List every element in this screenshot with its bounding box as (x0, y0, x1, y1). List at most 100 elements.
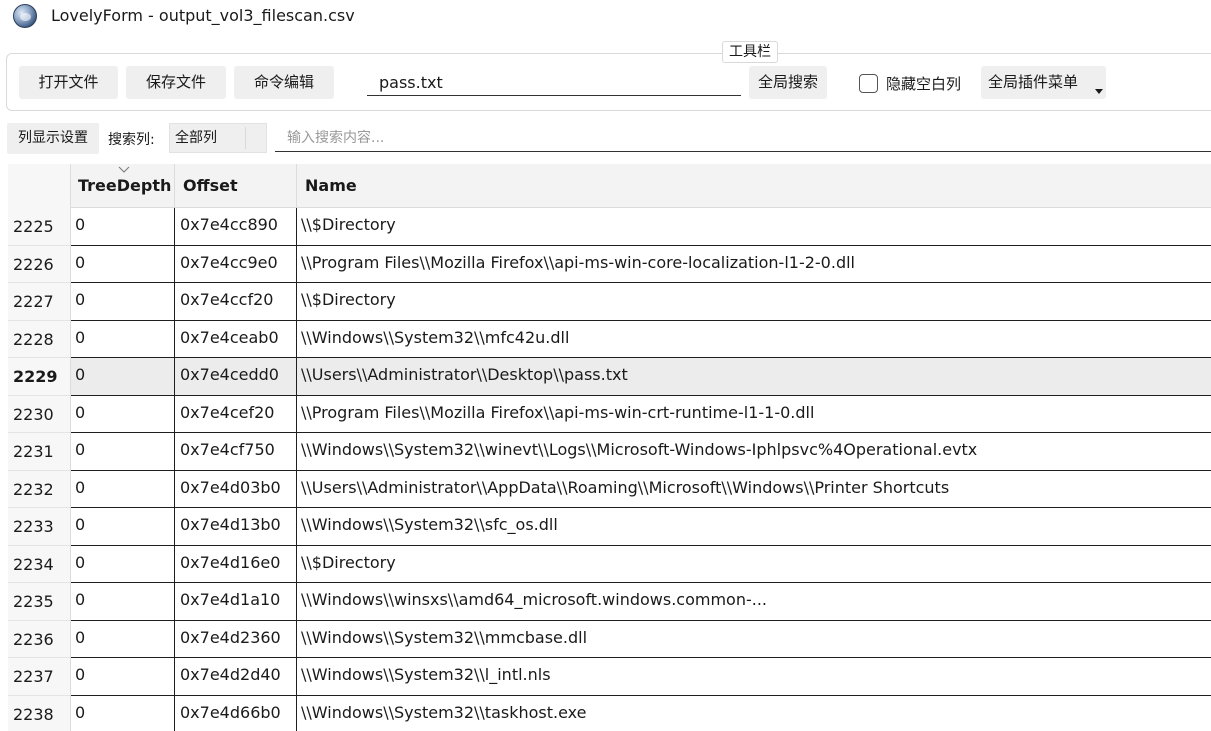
cell-offset[interactable]: 0x7e4cc890 (175, 208, 297, 245)
cell-name[interactable]: \\Program Files\\Mozilla Firefox\\api-ms… (297, 396, 1211, 433)
filter-search-input[interactable]: 输入搜索内容... (275, 124, 1211, 152)
cell-treedepth[interactable]: 0 (71, 545, 175, 582)
save-file-button[interactable]: 保存文件 (126, 66, 226, 99)
toolbar-legend: 工具栏 (722, 41, 778, 63)
search-column-select[interactable]: 全部列 (169, 123, 267, 153)
row-number[interactable]: 2232 (8, 470, 71, 508)
row-cells: 0 0x7e4cc9e0 \\Program Files\\Mozilla Fire… (71, 245, 1211, 283)
cell-treedepth[interactable]: 0 (71, 245, 175, 282)
row-number[interactable]: 2231 (8, 433, 71, 471)
cell-name[interactable]: \\Users\\Administrator\\AppData\\Roaming… (297, 471, 1211, 508)
cell-offset[interactable]: 0x7e4ccf20 (175, 283, 297, 320)
cell-name[interactable]: \\Windows\\System32\\taskhost.exe (297, 696, 1211, 731)
cell-treedepth[interactable]: 0 (71, 470, 175, 507)
cell-name[interactable]: \\Users\\Administrator\\Desktop\\pass.tx… (297, 358, 1211, 395)
cell-name[interactable]: \\$Directory (297, 208, 1211, 245)
row-number[interactable]: 2229 (8, 358, 71, 396)
cell-treedepth[interactable]: 0 (71, 358, 175, 395)
row-number[interactable]: 2225 (8, 208, 71, 246)
cell-offset[interactable]: 0x7e4d2d40 (175, 658, 297, 695)
cell-name[interactable]: \\Windows\\System32\\mmcbase.dll (297, 621, 1211, 658)
cell-name[interactable]: \\Windows\\System32\\sfc_os.dll (297, 508, 1211, 545)
cell-treedepth[interactable]: 0 (71, 283, 175, 320)
plugin-menu-button[interactable]: 全局插件菜单 (981, 66, 1106, 99)
cell-name[interactable]: \\$Directory (297, 283, 1211, 320)
cell-name[interactable]: \\$Directory (297, 546, 1211, 583)
row-number[interactable]: 2230 (8, 395, 71, 433)
cell-treedepth[interactable]: 0 (71, 395, 175, 432)
table-row[interactable]: 2225 0 0x7e4cc890 \\$Directory (8, 208, 1211, 246)
cell-offset[interactable]: 0x7e4d16e0 (175, 545, 297, 582)
row-number[interactable]: 2234 (8, 545, 71, 583)
row-cells: 0 0x7e4cedd0 \\Users\\Administrator\\Deskt… (71, 358, 1211, 396)
cell-name[interactable]: \\Windows\\winsxs\\amd64_microsoft.windo… (297, 583, 1211, 620)
cell-offset[interactable]: 0x7e4d03b0 (175, 470, 297, 507)
table-row[interactable]: 2238 0 0x7e4d66b0 \\Windows\\System32\\task… (8, 695, 1211, 731)
title-bar: LovelyForm - output_vol3_filescan.csv (0, 0, 1211, 34)
row-cells: 0 0x7e4cf750 \\Windows\\System32\\winevt\\… (71, 433, 1211, 471)
cell-name[interactable]: \\Program Files\\Mozilla Firefox\\api-ms… (297, 246, 1211, 283)
cell-offset[interactable]: 0x7e4ceab0 (175, 320, 297, 357)
cell-offset[interactable]: 0x7e4cf750 (175, 433, 297, 470)
row-number[interactable]: 2226 (8, 245, 71, 283)
cell-offset[interactable]: 0x7e4d2360 (175, 620, 297, 657)
row-number[interactable]: 2237 (8, 658, 71, 696)
column-header-offset[interactable]: Offset (175, 164, 297, 208)
cell-offset[interactable]: 0x7e4d1a10 (175, 583, 297, 620)
row-cells: 0 0x7e4d16e0 \\$Directory (71, 545, 1211, 583)
row-cells: 0 0x7e4cc890 \\$Directory (71, 208, 1211, 246)
plugin-menu-label: 全局插件菜单 (988, 73, 1079, 91)
cell-treedepth[interactable]: 0 (71, 583, 175, 620)
cell-offset[interactable]: 0x7e4cc9e0 (175, 245, 297, 282)
open-file-button[interactable]: 打开文件 (19, 66, 118, 99)
cell-treedepth[interactable]: 0 (71, 433, 175, 470)
cell-treedepth[interactable]: 0 (71, 620, 175, 657)
table-row[interactable]: 2236 0 0x7e4d2360 \\Windows\\System32\\mmcb… (8, 620, 1211, 658)
table-row[interactable]: 2231 0 0x7e4cf750 \\Windows\\System32\\wine… (8, 433, 1211, 471)
column-settings-button[interactable]: 列显示设置 (7, 123, 99, 154)
cell-treedepth[interactable]: 0 (71, 320, 175, 357)
search-column-label: 搜索列: (108, 132, 155, 148)
cell-offset[interactable]: 0x7e4cedd0 (175, 358, 297, 395)
row-cells: 0 0x7e4d2360 \\Windows\\System32\\mmcbase.… (71, 620, 1211, 658)
table-row[interactable]: 2230 0 0x7e4cef20 \\Program Files\\Mozilla … (8, 395, 1211, 433)
dropdown-arrow-icon (1095, 89, 1103, 94)
cell-treedepth[interactable]: 0 (71, 508, 175, 545)
cell-treedepth[interactable]: 0 (71, 208, 175, 245)
globe-app-icon (13, 4, 37, 28)
row-cells: 0 0x7e4d1a10 \\Windows\\winsxs\\amd64_micr… (71, 583, 1211, 621)
row-number[interactable]: 2236 (8, 620, 71, 658)
row-number[interactable]: 2235 (8, 583, 71, 621)
hide-empty-columns-toggle[interactable]: 隐藏空白列 (859, 70, 961, 96)
cell-name[interactable]: \\Windows\\System32\\mfc42u.dll (297, 321, 1211, 358)
table-row[interactable]: 2226 0 0x7e4cc9e0 \\Program Files\\Mozilla … (8, 245, 1211, 283)
cell-name[interactable]: \\Windows\\System32\\winevt\\Logs\\Micro… (297, 433, 1211, 470)
table-row[interactable]: 2233 0 0x7e4d13b0 \\Windows\\System32\\sfc_… (8, 508, 1211, 546)
table-row[interactable]: 2234 0 0x7e4d16e0 \\$Directory (8, 545, 1211, 583)
cell-treedepth[interactable]: 0 (71, 695, 175, 731)
row-number[interactable]: 2233 (8, 508, 71, 546)
cell-treedepth[interactable]: 0 (71, 658, 175, 695)
table-row[interactable]: 2229 0 0x7e4cedd0 \\Users\\Administrator\\D… (8, 358, 1211, 396)
table-row[interactable]: 2235 0 0x7e4d1a10 \\Windows\\winsxs\\amd64_… (8, 583, 1211, 621)
table-row[interactable]: 2227 0 0x7e4ccf20 \\$Directory (8, 283, 1211, 321)
header-corner[interactable] (8, 164, 71, 208)
row-cells: 0 0x7e4cef20 \\Program Files\\Mozilla Fire… (71, 395, 1211, 433)
column-header-name[interactable]: Name (297, 164, 1211, 208)
row-cells: 0 0x7e4d2d40 \\Windows\\System32\\l_intl.n… (71, 658, 1211, 696)
row-number[interactable]: 2227 (8, 283, 71, 321)
cell-offset[interactable]: 0x7e4d66b0 (175, 695, 297, 731)
global-search-input[interactable]: pass.txt (367, 69, 741, 96)
table-row[interactable]: 2237 0 0x7e4d2d40 \\Windows\\System32\\l_in… (8, 658, 1211, 696)
global-search-button[interactable]: 全局搜索 (749, 66, 827, 99)
hide-empty-checkbox[interactable] (859, 73, 878, 93)
row-number[interactable]: 2228 (8, 320, 71, 358)
cell-name[interactable]: \\Windows\\System32\\l_intl.nls (297, 658, 1211, 695)
row-cells: 0 0x7e4d13b0 \\Windows\\System32\\sfc_os.d… (71, 508, 1211, 546)
command-edit-button[interactable]: 命令编辑 (234, 66, 334, 99)
row-number[interactable]: 2238 (8, 695, 71, 731)
cell-offset[interactable]: 0x7e4d13b0 (175, 508, 297, 545)
cell-offset[interactable]: 0x7e4cef20 (175, 395, 297, 432)
table-row[interactable]: 2228 0 0x7e4ceab0 \\Windows\\System32\\mfc4… (8, 320, 1211, 358)
table-row[interactable]: 2232 0 0x7e4d03b0 \\Users\\Administrator\\A… (8, 470, 1211, 508)
